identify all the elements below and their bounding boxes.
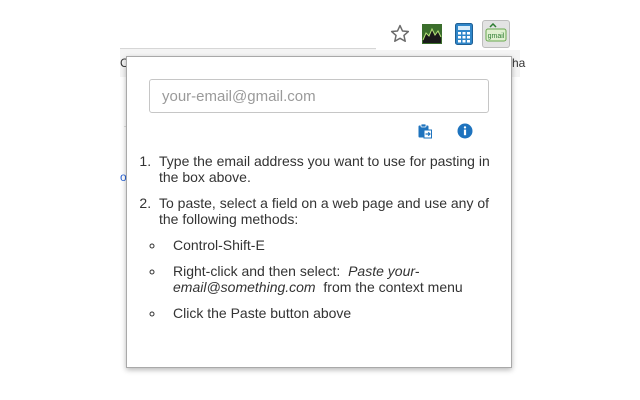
- instruction-step: Type the email address you want to use f…: [155, 153, 511, 185]
- method-item: Right-click and then select: Paste your-…: [165, 263, 491, 295]
- paste-methods-list: Control-Shift-E Right-click and then sel…: [145, 237, 491, 331]
- email-input[interactable]: [149, 79, 489, 113]
- instructions-list: Type the email address you want to use f…: [135, 153, 511, 237]
- paste-button[interactable]: [415, 121, 435, 141]
- email-paste-extension-button[interactable]: gmail: [482, 20, 510, 48]
- method-prefix: Right-click and then select:: [173, 263, 341, 279]
- bookmark-fragment-right[interactable]: ha: [512, 56, 525, 70]
- calculator-extension-button[interactable]: [450, 20, 478, 48]
- method-item: Click the Paste button above: [165, 305, 491, 321]
- instruction-step: To paste, select a field on a web page a…: [155, 195, 511, 227]
- bookmark-star-button[interactable]: [386, 20, 414, 48]
- star-icon: [390, 24, 410, 42]
- graph-extension-icon: [422, 24, 442, 44]
- method-suffix: from the context menu: [323, 279, 463, 295]
- info-icon: [457, 123, 473, 139]
- clipboard-paste-icon: [418, 123, 432, 139]
- calculator-icon: [455, 23, 473, 45]
- extension-popup: Type the email address you want to use f…: [126, 56, 512, 368]
- browser-toolbar: gmail: [376, 18, 526, 50]
- graph-extension-button[interactable]: [418, 20, 446, 48]
- method-item: Control-Shift-E: [165, 237, 491, 253]
- email-paste-extension-icon: gmail: [485, 23, 507, 42]
- screen: C ha o gmail your-email@gmail.com 1. Typ…: [0, 0, 640, 400]
- extension-badge-text: gmail: [488, 33, 505, 40]
- info-button[interactable]: [455, 121, 475, 141]
